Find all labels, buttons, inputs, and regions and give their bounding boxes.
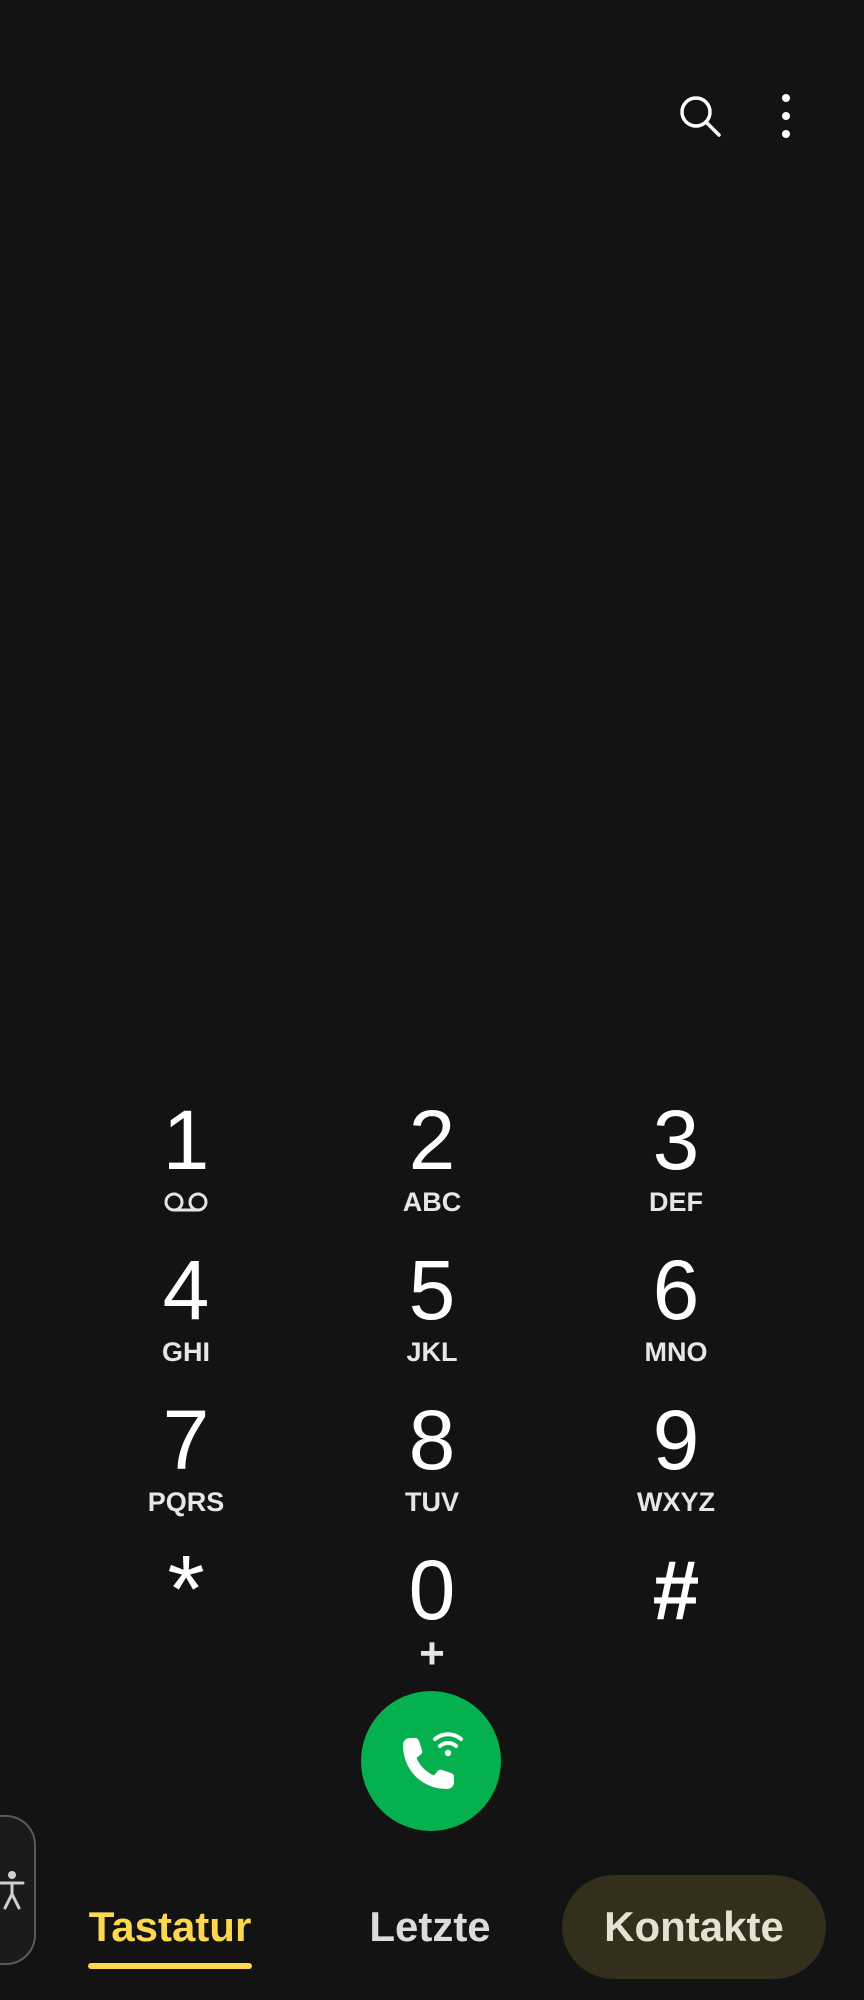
key-6[interactable]: 6 MNO xyxy=(556,1220,796,1370)
key-digit: 1 xyxy=(162,1093,210,1187)
key-letters: ABC xyxy=(402,1187,462,1217)
key-star[interactable]: * xyxy=(66,1520,306,1670)
key-letters: + xyxy=(419,1629,445,1678)
key-digit: 7 xyxy=(162,1393,210,1487)
tab-label: Letzte xyxy=(369,1903,491,1950)
key-digit: 9 xyxy=(652,1393,700,1487)
key-3[interactable]: 3 DEF xyxy=(556,1070,796,1220)
key-letters: DEF xyxy=(649,1187,703,1217)
key-2[interactable]: 2 ABC xyxy=(312,1070,552,1220)
tab-label: Kontakte xyxy=(604,1903,784,1950)
key-7[interactable]: 7 PQRS xyxy=(66,1370,306,1520)
key-digit: 5 xyxy=(408,1243,456,1337)
key-letters: WXYZ xyxy=(637,1487,715,1517)
bottom-navigation: Tastatur Letzte Kontakte xyxy=(0,1875,864,1985)
key-digit: 0 xyxy=(408,1543,456,1637)
key-letters: PQRS xyxy=(147,1487,225,1517)
key-digit: 6 xyxy=(652,1243,700,1337)
more-vertical-icon xyxy=(782,94,790,138)
key-digit: 8 xyxy=(408,1393,456,1487)
more-options-button[interactable] xyxy=(754,84,818,148)
key-letters: MNO xyxy=(644,1337,708,1367)
key-digit: * xyxy=(167,1536,205,1643)
key-5[interactable]: 5 JKL xyxy=(312,1220,552,1370)
key-letters: GHI xyxy=(161,1337,210,1367)
key-digit: 2 xyxy=(408,1093,456,1187)
key-0[interactable]: 0 + xyxy=(312,1520,552,1676)
wifi-call-icon xyxy=(403,1732,463,1789)
tab-contacts[interactable]: Kontakte xyxy=(562,1875,826,1979)
search-button[interactable] xyxy=(668,84,732,148)
dialpad-row: 7 PQRS 8 TUV 9 WXYZ xyxy=(0,1370,864,1520)
key-letters: TUV xyxy=(405,1487,459,1517)
search-icon xyxy=(680,96,721,137)
active-tab-indicator xyxy=(88,1963,252,1969)
dialpad-row: * 0 + # xyxy=(0,1520,864,1676)
voicemail-icon xyxy=(164,1192,208,1212)
key-hash[interactable]: # xyxy=(556,1520,796,1670)
key-1[interactable]: 1 xyxy=(66,1070,306,1220)
key-digit: 4 xyxy=(162,1243,210,1337)
key-digit: # xyxy=(652,1543,700,1637)
call-button[interactable] xyxy=(361,1691,501,1831)
tab-recents[interactable]: Letzte xyxy=(330,1875,530,1979)
dialpad-row: 1 2 ABC 3 DEF xyxy=(0,1070,864,1220)
dialpad-row: 4 GHI 5 JKL 6 MNO xyxy=(0,1220,864,1370)
key-digit: 3 xyxy=(652,1093,700,1187)
key-letters: JKL xyxy=(406,1337,458,1367)
key-9[interactable]: 9 WXYZ xyxy=(556,1370,796,1520)
tab-keypad[interactable]: Tastatur xyxy=(70,1875,270,1979)
tab-label: Tastatur xyxy=(88,1903,252,1950)
key-4[interactable]: 4 GHI xyxy=(66,1220,306,1370)
key-8[interactable]: 8 TUV xyxy=(312,1370,552,1520)
